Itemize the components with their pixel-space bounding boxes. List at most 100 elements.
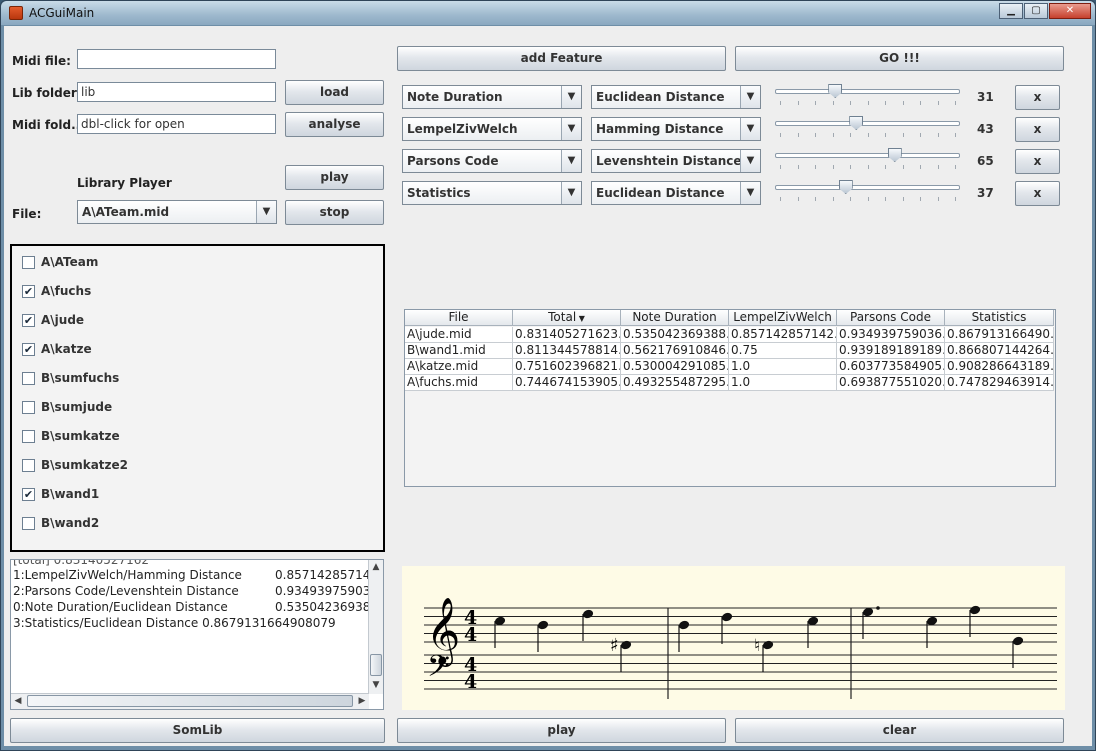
midi-folder-field[interactable]: dbl-click for open bbox=[77, 114, 276, 134]
checkbox-unchecked-icon[interactable] bbox=[22, 256, 35, 269]
table-header[interactable]: LempelZivWelch bbox=[729, 310, 837, 326]
library-item[interactable]: B\sumjude bbox=[22, 399, 322, 417]
table-header[interactable]: File bbox=[405, 310, 513, 326]
table-cell[interactable]: A\jude.mid bbox=[405, 327, 513, 343]
table-cell[interactable]: 0.867913166490... bbox=[945, 327, 1054, 343]
chevron-down-icon[interactable]: ▼ bbox=[561, 150, 581, 172]
add-feature-button[interactable]: add Feature bbox=[397, 46, 726, 71]
feature-select[interactable]: Statistics ▼ bbox=[402, 181, 582, 205]
chevron-down-icon[interactable]: ▼ bbox=[740, 86, 760, 108]
table-cell[interactable]: 0.75 bbox=[729, 343, 837, 359]
table-header[interactable]: Parsons Code bbox=[837, 310, 945, 326]
table-cell[interactable]: 0.562176910846... bbox=[621, 343, 729, 359]
table-cell[interactable]: 0.751602396821... bbox=[513, 359, 621, 375]
checkbox-checked-icon[interactable]: ✔ bbox=[22, 285, 35, 298]
result-log-textarea[interactable]: [total] 0.83140527162 1:LempelZivWelch/H… bbox=[10, 559, 384, 710]
checkbox-checked-icon[interactable]: ✔ bbox=[22, 314, 35, 327]
minimize-button[interactable]: ▁ bbox=[999, 3, 1023, 19]
distance-select[interactable]: Euclidean Distance ▼ bbox=[591, 85, 761, 109]
slider-track[interactable] bbox=[775, 185, 960, 190]
scroll-down-icon[interactable]: ▼ bbox=[369, 678, 383, 692]
vertical-scroll-thumb[interactable] bbox=[370, 654, 382, 676]
weight-slider[interactable] bbox=[775, 147, 961, 173]
library-item[interactable]: B\sumkatze bbox=[22, 428, 322, 446]
feature-select[interactable]: LempelZivWelch ▼ bbox=[402, 117, 582, 141]
chevron-down-icon[interactable]: ▼ bbox=[256, 201, 276, 223]
table-cell[interactable]: A\katze.mid bbox=[405, 359, 513, 375]
table-cell[interactable]: A\fuchs.mid bbox=[405, 375, 513, 391]
table-cell[interactable]: 0.857142857142... bbox=[729, 327, 837, 343]
scroll-right-icon[interactable]: ▶ bbox=[355, 694, 369, 708]
table-cell[interactable]: 0.747829463914... bbox=[945, 375, 1054, 391]
checkbox-unchecked-icon[interactable] bbox=[22, 401, 35, 414]
feature-select[interactable]: Note Duration ▼ bbox=[402, 85, 582, 109]
results-table[interactable]: File Total ▼ Note Duration LempelZivWelch Pa… bbox=[404, 309, 1056, 487]
chevron-down-icon[interactable]: ▼ bbox=[740, 182, 760, 204]
slider-thumb[interactable] bbox=[838, 180, 853, 194]
slider-thumb[interactable] bbox=[828, 84, 843, 98]
library-item[interactable]: ✔ A\katze bbox=[22, 341, 322, 359]
library-item[interactable]: ✔ A\jude bbox=[22, 312, 322, 330]
table-cell[interactable]: 0.939189189189... bbox=[837, 343, 945, 359]
weight-slider[interactable] bbox=[775, 83, 961, 109]
title-bar[interactable]: ACGuiMain ▁ ▢ ✕ bbox=[1, 1, 1095, 25]
table-cell[interactable]: 0.811344578814... bbox=[513, 343, 621, 359]
checkbox-unchecked-icon[interactable] bbox=[22, 430, 35, 443]
clear-button[interactable]: clear bbox=[735, 718, 1064, 743]
slider-thumb[interactable] bbox=[887, 148, 902, 162]
somlib-button[interactable]: SomLib bbox=[10, 718, 385, 743]
table-header[interactable]: Total ▼ bbox=[513, 310, 621, 326]
slider-track[interactable] bbox=[775, 89, 960, 94]
table-cell[interactable]: 0.493255487295... bbox=[621, 375, 729, 391]
stop-button[interactable]: stop bbox=[285, 200, 384, 225]
scroll-left-icon[interactable]: ◀ bbox=[11, 694, 25, 708]
go-button[interactable]: GO !!! bbox=[735, 46, 1064, 71]
table-cell[interactable]: 0.535042369388... bbox=[621, 327, 729, 343]
close-button[interactable]: ✕ bbox=[1049, 3, 1091, 19]
chevron-down-icon[interactable]: ▼ bbox=[561, 182, 581, 204]
library-play-button[interactable]: play bbox=[285, 165, 384, 190]
feature-select[interactable]: Parsons Code ▼ bbox=[402, 149, 582, 173]
distance-select[interactable]: Hamming Distance ▼ bbox=[591, 117, 761, 141]
table-cell[interactable]: 0.693877551020... bbox=[837, 375, 945, 391]
checkbox-unchecked-icon[interactable] bbox=[22, 517, 35, 530]
checkbox-checked-icon[interactable]: ✔ bbox=[22, 343, 35, 356]
table-cell[interactable]: 0.866807144264... bbox=[945, 343, 1054, 359]
midi-file-field[interactable] bbox=[77, 49, 276, 69]
checkbox-unchecked-icon[interactable] bbox=[22, 459, 35, 472]
remove-feature-button[interactable]: x bbox=[1015, 181, 1060, 206]
remove-feature-button[interactable]: x bbox=[1015, 149, 1060, 174]
library-item[interactable]: B\wand2 bbox=[22, 515, 322, 533]
table-cell[interactable]: 0.934939759036... bbox=[837, 327, 945, 343]
remove-feature-button[interactable]: x bbox=[1015, 85, 1060, 110]
scroll-up-icon[interactable]: ▲ bbox=[369, 560, 383, 574]
maximize-button[interactable]: ▢ bbox=[1024, 3, 1048, 19]
distance-select[interactable]: Levenshtein Distance ▼ bbox=[591, 149, 761, 173]
library-item[interactable]: ✔ A\fuchs bbox=[22, 283, 322, 301]
table-cell[interactable]: 0.831405271623... bbox=[513, 327, 621, 343]
analyse-button[interactable]: analyse bbox=[285, 112, 384, 137]
remove-feature-button[interactable]: x bbox=[1015, 117, 1060, 142]
weight-slider[interactable] bbox=[775, 115, 961, 141]
chevron-down-icon[interactable]: ▼ bbox=[740, 150, 760, 172]
horizontal-scrollbar[interactable]: ◀ ▶ bbox=[11, 693, 369, 709]
chevron-down-icon[interactable]: ▼ bbox=[740, 118, 760, 140]
table-cell[interactable]: 0.908286643189... bbox=[945, 359, 1054, 375]
library-item[interactable]: B\sumkatze2 bbox=[22, 457, 322, 475]
table-cell[interactable]: 0.603773584905... bbox=[837, 359, 945, 375]
chevron-down-icon[interactable]: ▼ bbox=[561, 86, 581, 108]
horizontal-scroll-thumb[interactable] bbox=[27, 695, 353, 707]
chevron-down-icon[interactable]: ▼ bbox=[561, 118, 581, 140]
table-cell[interactable]: 0.744674153905... bbox=[513, 375, 621, 391]
table-header[interactable]: Statistics bbox=[945, 310, 1054, 326]
table-cell[interactable]: 1.0 bbox=[729, 375, 837, 391]
checkbox-unchecked-icon[interactable] bbox=[22, 372, 35, 385]
table-cell[interactable]: B\wand1.mid bbox=[405, 343, 513, 359]
checkbox-checked-icon[interactable]: ✔ bbox=[22, 488, 35, 501]
table-header[interactable]: Note Duration bbox=[621, 310, 729, 326]
slider-thumb[interactable] bbox=[849, 116, 864, 130]
load-button[interactable]: load bbox=[285, 80, 384, 105]
file-select[interactable]: A\ATeam.mid ▼ bbox=[77, 200, 277, 224]
vertical-scrollbar[interactable]: ▲ ▼ bbox=[368, 560, 383, 694]
table-cell[interactable]: 0.530004291085... bbox=[621, 359, 729, 375]
